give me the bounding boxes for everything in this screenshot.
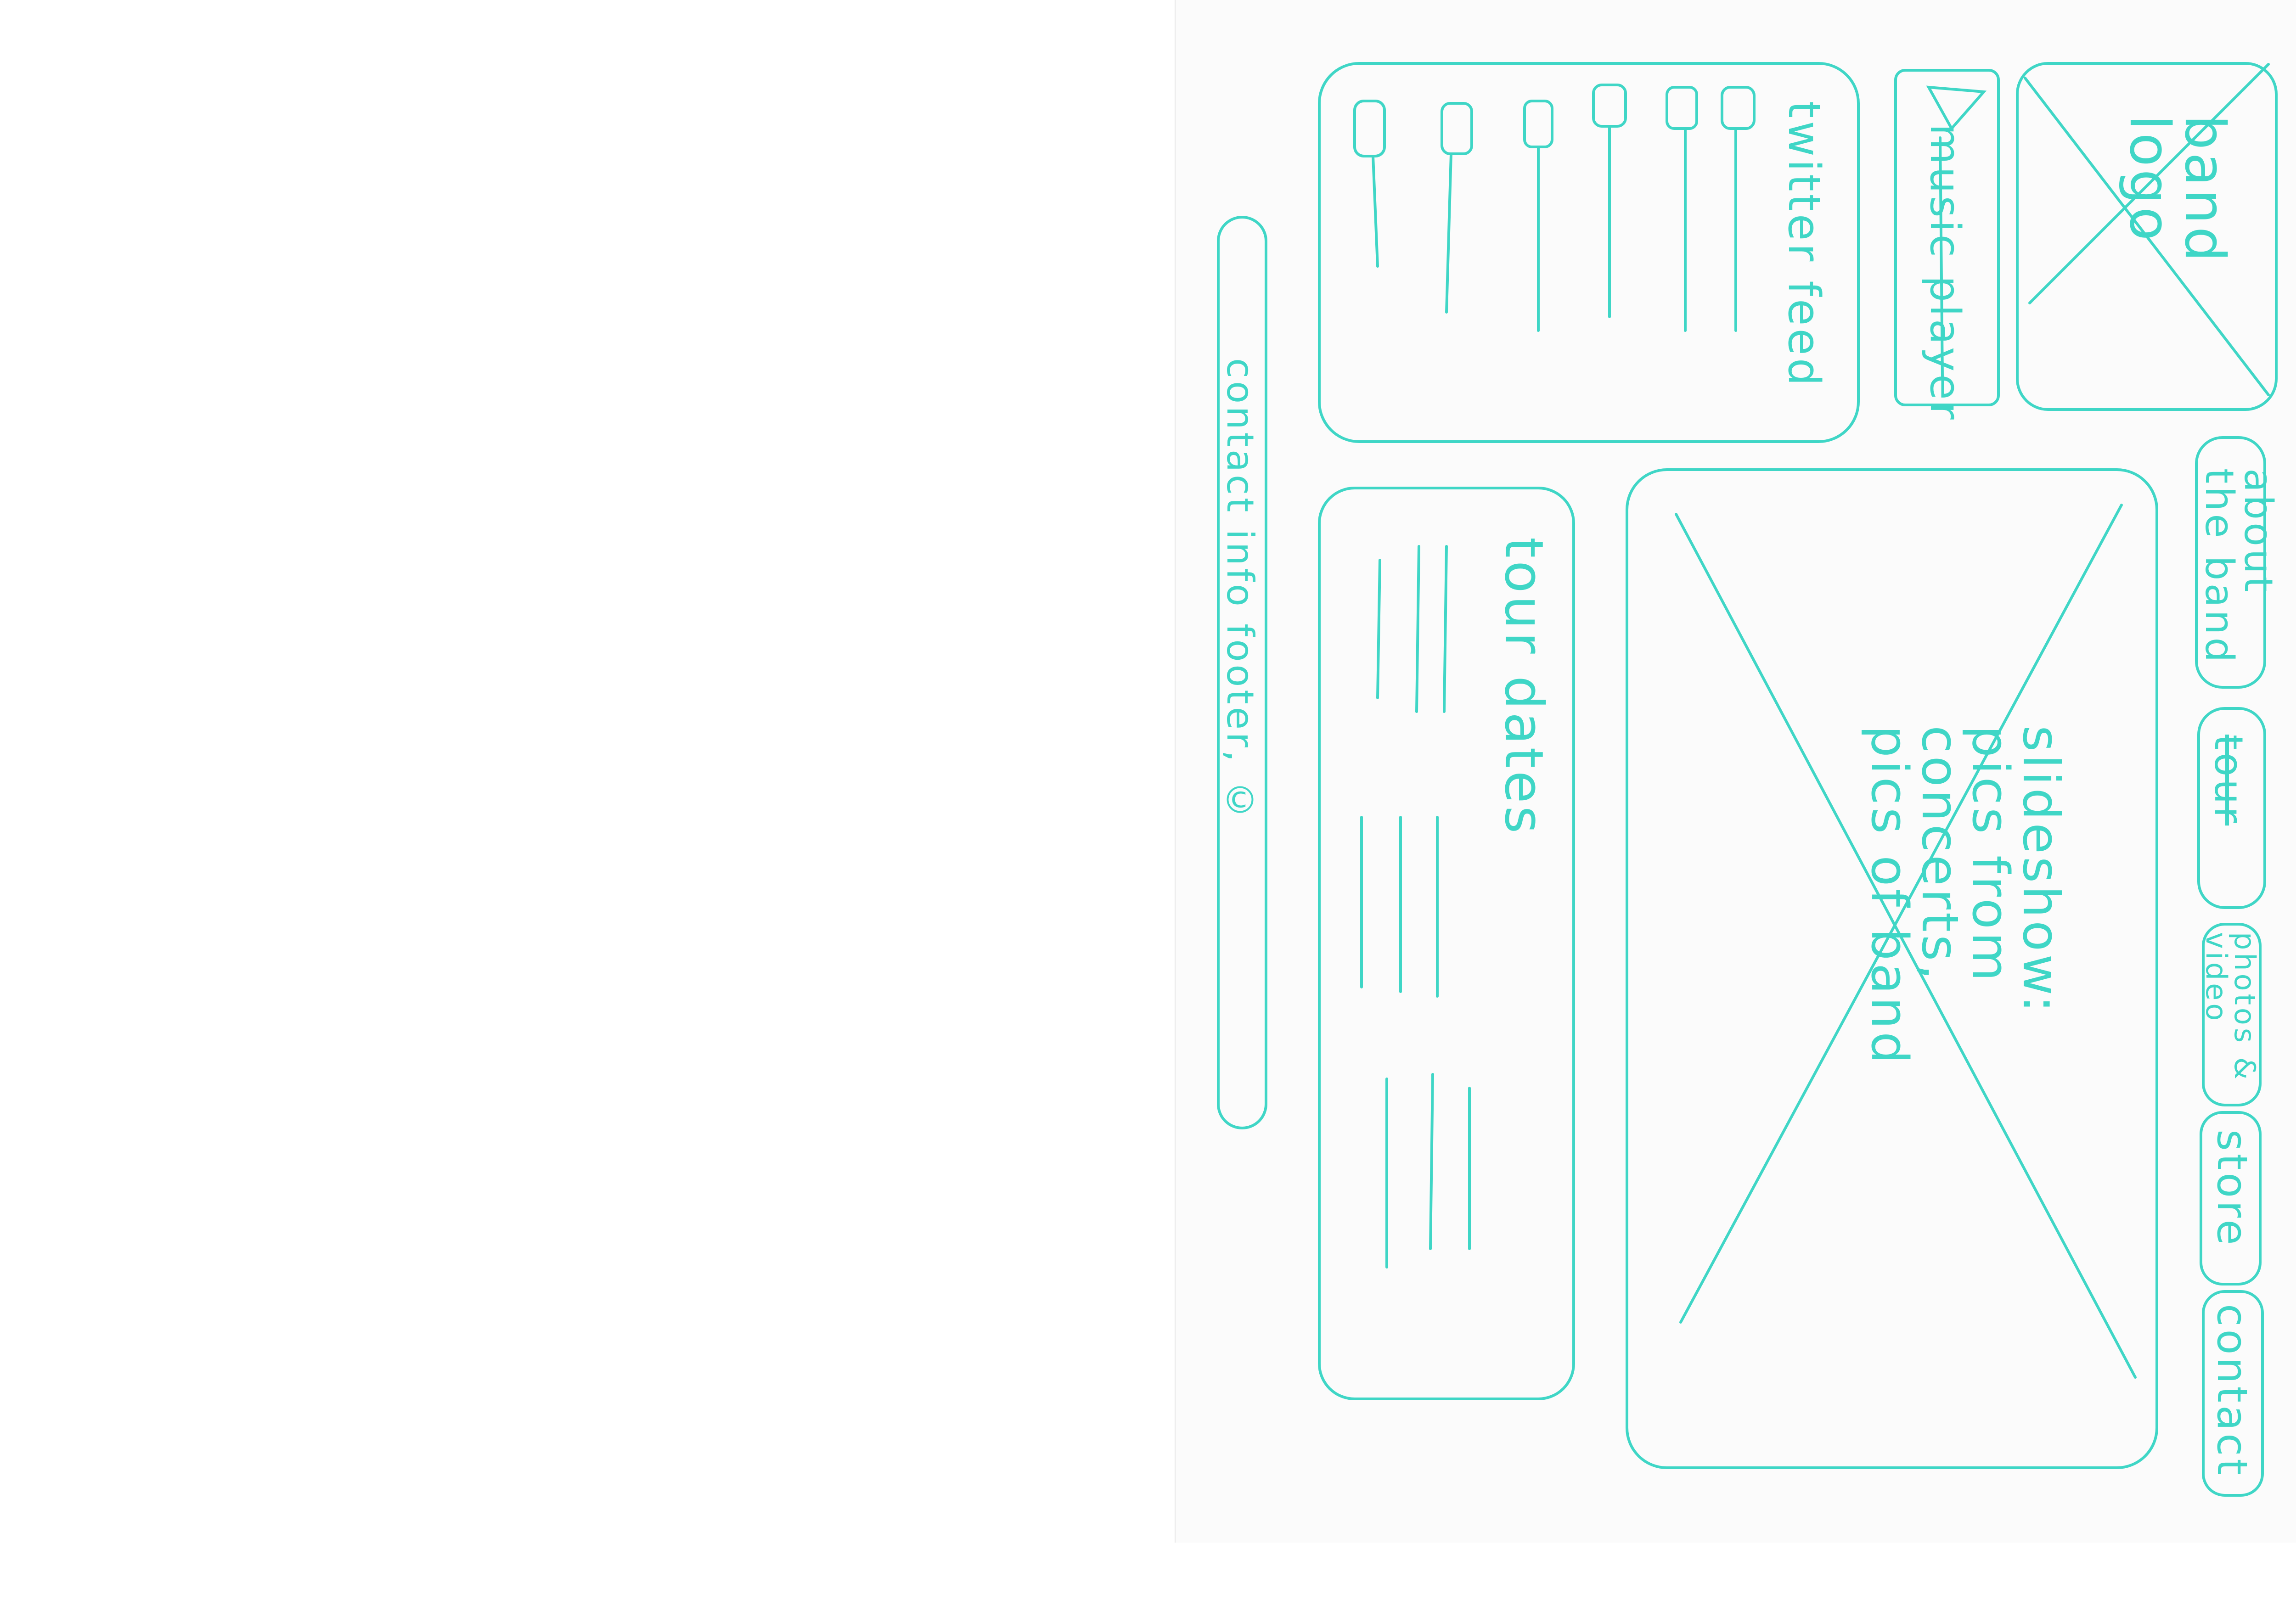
music-player-label: music player: [1921, 124, 1969, 422]
twitter-feed-label: twitter feed: [1778, 101, 1829, 389]
nav-tour-label: tour: [2206, 735, 2251, 826]
nav-contact-label: contact: [2208, 1304, 2256, 1478]
nav-about-the-band-label: about the band: [2196, 468, 2281, 665]
band-logo-label: band logo: [2117, 115, 2236, 264]
tour-dates-label: tour dates: [1493, 537, 1554, 836]
footer-label: contact info footer, ©: [1219, 358, 1261, 825]
nav-store-label: store: [2208, 1129, 2256, 1248]
slideshow-label: slideshow: pics from concerts, pics of b…: [1860, 725, 2071, 1067]
nav-photos-video-label: photos & video: [2200, 932, 2262, 1083]
